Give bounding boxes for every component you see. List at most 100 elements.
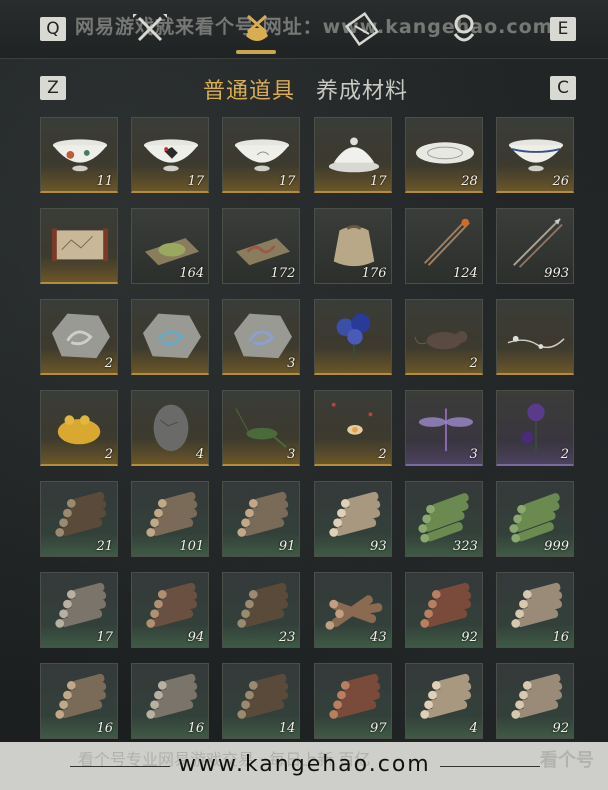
item-count: 124 (452, 266, 478, 281)
inventory-slot[interactable]: 17 (40, 572, 118, 648)
footer-watermark: 看个号专业网易游戏交易 · 每日上新 百亿 www.kangehao.com 看… (0, 742, 608, 790)
item-count: 176 (361, 266, 387, 281)
map-pin-icon[interactable] (447, 12, 481, 46)
bamboo-bundle-icon (509, 493, 560, 543)
porcelain-bowl-blue-rim-icon (508, 139, 564, 172)
inventory-slot[interactable]: 323 (404, 481, 483, 557)
item-count: 17 (278, 174, 296, 189)
porcelain-plate-icon (415, 142, 474, 164)
log-stack-dark-icon (237, 673, 289, 719)
inventory-slot[interactable]: 4 (131, 390, 210, 466)
inventory-slot[interactable]: 4 (404, 663, 483, 739)
inventory-slot[interactable]: 11 (40, 117, 118, 193)
item-count: 3 (469, 447, 478, 462)
arrows-icon (513, 218, 563, 268)
key-hint-z[interactable]: Z (40, 76, 66, 100)
inventory-slot[interactable]: 16 (131, 663, 210, 739)
fossil-stone-phoenix-icon (143, 313, 202, 359)
inventory-slot[interactable] (131, 299, 210, 375)
inventory-slot[interactable]: 993 (496, 208, 574, 284)
inventory-slot[interactable]: 2 (40, 390, 118, 466)
key-hint-c[interactable]: C (550, 76, 576, 100)
porcelain-bowl-white-icon (235, 139, 290, 172)
item-count: 323 (452, 539, 478, 554)
inventory-slot[interactable]: 21 (40, 481, 118, 557)
inventory-slot[interactable]: 91 (222, 481, 301, 557)
inventory-slot[interactable]: 23 (222, 572, 301, 648)
inventory-slot[interactable]: 17 (313, 117, 392, 193)
item-count: 17 (96, 630, 113, 645)
inventory-slot[interactable] (496, 299, 574, 375)
inventory-slot[interactable]: 124 (404, 208, 483, 284)
inventory-slot[interactable]: 94 (131, 572, 210, 648)
key-hint-e[interactable]: E (550, 17, 576, 41)
item-count: 11 (96, 174, 113, 189)
inventory-slot[interactable]: 3 (222, 390, 301, 466)
bag-icon[interactable] (240, 12, 274, 46)
inventory-slot[interactable]: 92 (404, 572, 483, 648)
log-bundle-dark-icon (55, 491, 107, 537)
key-hint-q[interactable]: Q (40, 17, 66, 41)
inventory-slot[interactable]: 101 (131, 481, 210, 557)
item-count: 16 (187, 721, 205, 736)
inventory-slot[interactable]: 164 (131, 208, 210, 284)
item-count: 17 (370, 174, 387, 189)
inventory-slot[interactable]: 26 (496, 117, 574, 193)
inventory-slot[interactable]: 999 (496, 481, 574, 557)
inventory-slot[interactable]: 2 (404, 299, 483, 375)
inventory-slot[interactable]: 17 (222, 117, 301, 193)
inventory-slot[interactable] (313, 299, 392, 375)
inventory-slot[interactable]: 14 (222, 663, 301, 739)
inventory-slot[interactable]: 16 (496, 572, 574, 648)
green-powder-icon (145, 238, 200, 266)
item-count: 164 (179, 266, 205, 281)
tab-upgrade-materials[interactable]: 养成材料 (316, 73, 408, 105)
item-count: 16 (552, 630, 569, 645)
fossil-stone-dragon-icon (234, 313, 293, 359)
item-count: 3 (287, 447, 296, 462)
inventory-slot[interactable]: 43 (313, 572, 392, 648)
item-count: 4 (195, 447, 205, 462)
fireflies-icon (331, 402, 372, 435)
bamboo-pile-icon (418, 493, 469, 543)
porcelain-bowl-rooster-icon (144, 139, 199, 172)
inventory-slot[interactable]: 16 (40, 663, 118, 739)
item-count: 97 (370, 721, 387, 736)
log-stack-icon (55, 673, 107, 719)
porcelain-bowl-flowers-icon (52, 139, 108, 172)
inventory-slot[interactable] (40, 208, 118, 284)
inventory-slot[interactable]: 176 (313, 208, 392, 284)
cricket-icon (235, 408, 288, 448)
inventory-slot[interactable]: 97 (313, 663, 392, 739)
inventory-slot[interactable]: 3 (222, 299, 301, 375)
item-count: 2 (560, 447, 569, 462)
item-count: 93 (370, 539, 387, 554)
inventory-slot[interactable]: 172 (222, 208, 301, 284)
log-stack-pale-icon (511, 673, 563, 719)
inventory-slot[interactable]: 93 (313, 481, 392, 557)
inventory-slot[interactable]: 28 (404, 117, 483, 193)
log-pile-gray-icon (55, 582, 107, 628)
log-pile-dark-icon (237, 582, 289, 628)
white-branch-icon (507, 335, 565, 349)
item-count: 92 (461, 630, 478, 645)
tab-common-items[interactable]: 普通道具 (203, 73, 295, 105)
scroll-icon[interactable] (345, 12, 379, 46)
lidded-bowl-icon (328, 137, 379, 173)
divider (70, 766, 170, 767)
blue-flower-icon (336, 313, 371, 361)
active-nav-indicator (236, 50, 276, 54)
log-stack-light-icon (420, 673, 471, 719)
inventory-slot[interactable]: 3 (404, 390, 483, 466)
inventory-slot[interactable]: 2 (496, 390, 574, 466)
divider (440, 766, 540, 767)
item-count: 28 (461, 174, 478, 189)
inventory-slot[interactable]: 17 (131, 117, 210, 193)
swords-icon[interactable] (133, 12, 167, 46)
log-pile-pale-icon (511, 582, 563, 628)
item-count: 2 (378, 447, 387, 462)
inventory-slot[interactable]: 2 (313, 390, 392, 466)
inventory-slot[interactable]: 2 (40, 299, 118, 375)
inventory-slot[interactable]: 92 (496, 663, 574, 739)
item-count: 2 (104, 356, 113, 371)
